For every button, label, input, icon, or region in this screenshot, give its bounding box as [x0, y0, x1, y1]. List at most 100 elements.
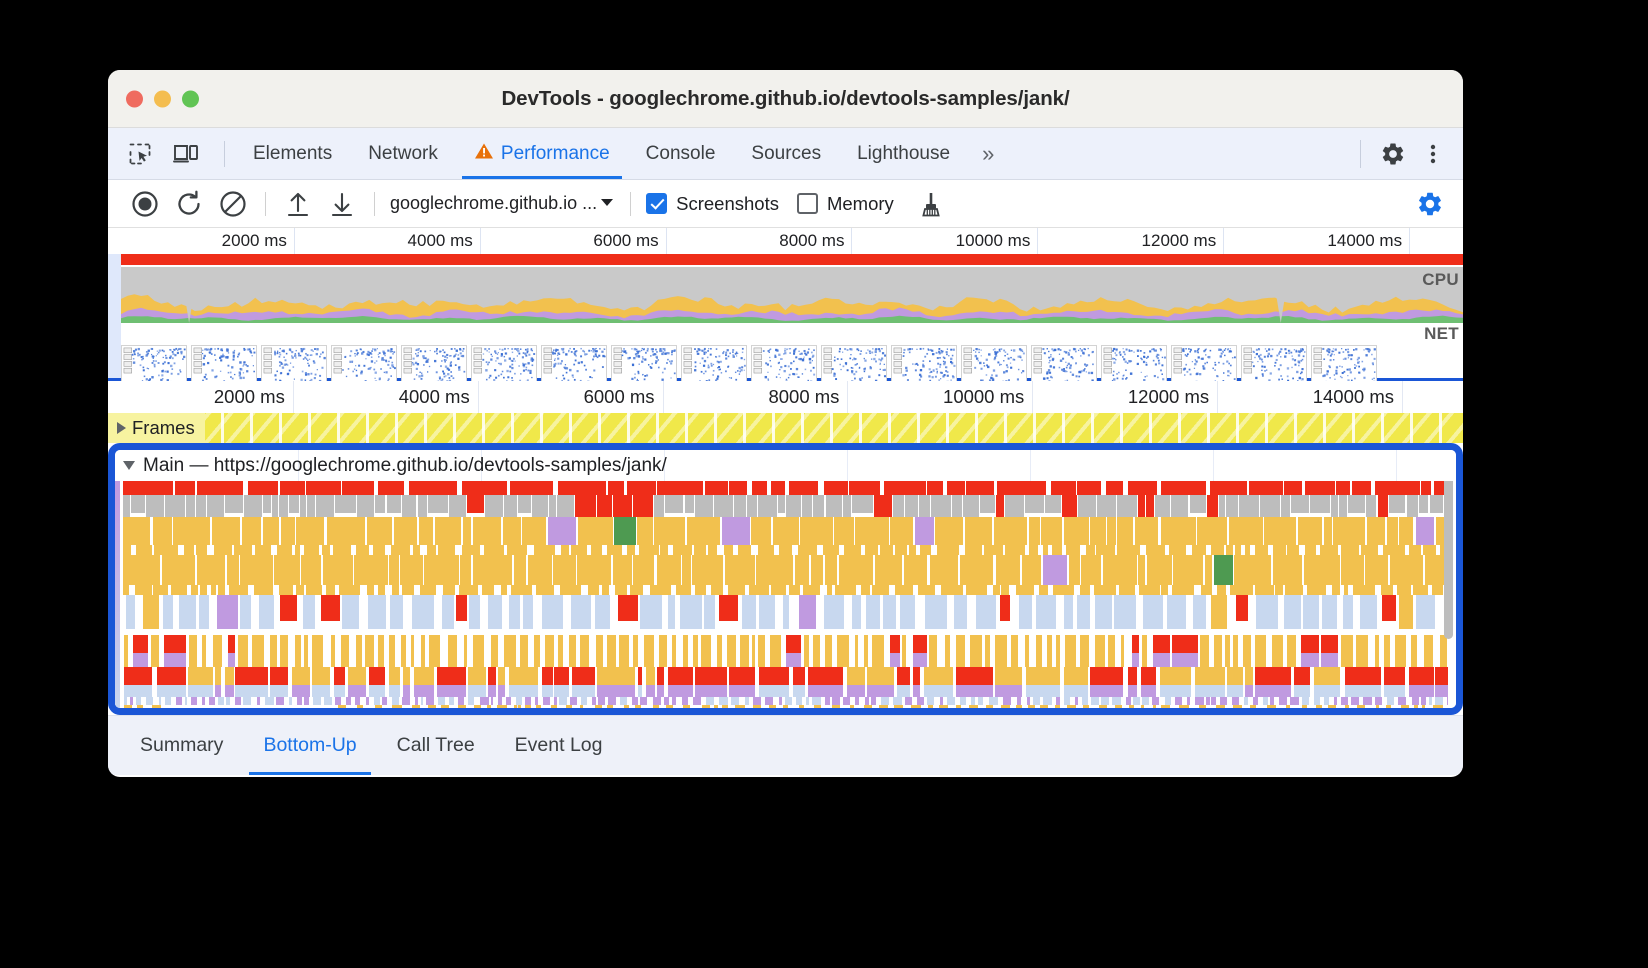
flame-bar[interactable]	[652, 705, 659, 708]
flame-bar[interactable]	[418, 517, 434, 545]
flame-bar[interactable]	[914, 517, 935, 545]
flame-bar[interactable]	[714, 705, 718, 708]
flame-bar[interactable]	[1078, 495, 1096, 517]
flame-bar[interactable]	[225, 495, 243, 513]
flame-bar[interactable]	[1285, 705, 1290, 708]
flame-bar[interactable]	[675, 585, 691, 595]
flame-bar[interactable]	[694, 495, 713, 517]
flame-bar[interactable]	[426, 697, 435, 705]
flame-bar[interactable]	[207, 495, 225, 517]
flame-bar[interactable]	[190, 697, 198, 705]
flame-bar[interactable]	[660, 545, 668, 555]
flame-bar[interactable]	[1105, 481, 1124, 495]
flame-bar[interactable]	[175, 697, 183, 705]
flame-bar[interactable]	[171, 585, 188, 595]
flame-bar[interactable]	[996, 495, 1005, 517]
flame-bar[interactable]	[1189, 495, 1206, 513]
flame-bar[interactable]	[199, 585, 208, 595]
flame-bar[interactable]	[162, 555, 196, 585]
flame-bar[interactable]	[847, 667, 865, 685]
flame-bar[interactable]	[975, 595, 997, 629]
flame-bar[interactable]	[785, 652, 802, 667]
flame-bar[interactable]	[424, 555, 459, 585]
flame-bar[interactable]	[577, 555, 612, 585]
flame-bar[interactable]	[437, 685, 467, 697]
flame-bar[interactable]	[875, 555, 902, 585]
flame-bar[interactable]	[1228, 517, 1263, 545]
flame-bar[interactable]	[334, 685, 345, 697]
flame-bar[interactable]	[441, 595, 454, 629]
flame-bar[interactable]	[1255, 667, 1291, 685]
flame-bar[interactable]	[892, 495, 904, 517]
flame-bar[interactable]	[595, 635, 604, 667]
flame-bar[interactable]	[1348, 495, 1366, 513]
flame-row[interactable]	[115, 555, 1456, 585]
flame-bar[interactable]	[649, 585, 671, 595]
flame-bar[interactable]	[1096, 495, 1117, 517]
flame-bar[interactable]	[939, 705, 948, 708]
flame-bar[interactable]	[153, 585, 169, 595]
flame-bar[interactable]	[366, 517, 392, 545]
flame-bar[interactable]	[519, 635, 529, 667]
flame-bar[interactable]	[306, 481, 342, 495]
flame-bar[interactable]	[1243, 697, 1249, 705]
flame-bar[interactable]	[750, 517, 772, 545]
flame-bar[interactable]	[1293, 667, 1311, 685]
flame-bar[interactable]	[354, 555, 388, 585]
flame-bar[interactable]	[755, 555, 794, 585]
flame-bar[interactable]	[636, 517, 653, 545]
flame-bar[interactable]	[794, 555, 810, 585]
flame-bar[interactable]	[420, 635, 425, 667]
flame-bar[interactable]	[798, 705, 804, 708]
flame-bar[interactable]	[614, 517, 636, 545]
flame-bar[interactable]	[1142, 595, 1164, 629]
flame-bar[interactable]	[694, 685, 728, 697]
flame-bar[interactable]	[1161, 585, 1169, 595]
flame-bar[interactable]	[1172, 635, 1198, 653]
flame-bar[interactable]	[806, 697, 810, 705]
flame-bar[interactable]	[785, 635, 802, 653]
flame-bar[interactable]	[124, 705, 133, 708]
flame-bar[interactable]	[1214, 635, 1222, 667]
flame-bar[interactable]	[145, 495, 165, 517]
flame-bar[interactable]	[1307, 585, 1326, 595]
flame-bar[interactable]	[1166, 595, 1187, 629]
flame-bar[interactable]	[536, 585, 554, 595]
flame-bar[interactable]	[657, 481, 704, 495]
flame-bar[interactable]	[1342, 595, 1354, 629]
flame-bar[interactable]	[1127, 481, 1157, 495]
flame-bar[interactable]	[1131, 635, 1140, 653]
flame-bar[interactable]	[1082, 697, 1089, 705]
flame-bar[interactable]	[515, 697, 523, 705]
flame-bar[interactable]	[1267, 705, 1276, 708]
flame-bar[interactable]	[339, 585, 361, 595]
flame-bar[interactable]	[124, 635, 128, 667]
flame-bar[interactable]	[954, 595, 967, 629]
flame-bar[interactable]	[633, 635, 638, 667]
flame-bar[interactable]	[1409, 545, 1422, 555]
flame-bar[interactable]	[458, 697, 464, 705]
tab-summary[interactable]: Summary	[122, 716, 241, 775]
flame-bar[interactable]	[552, 555, 576, 585]
flame-bar[interactable]	[1019, 595, 1033, 629]
flame-bar[interactable]	[393, 517, 418, 545]
flame-bar[interactable]	[1227, 685, 1243, 697]
flame-bar[interactable]	[665, 495, 684, 513]
flame-bar[interactable]	[1134, 517, 1146, 545]
flame-bar[interactable]	[1340, 545, 1360, 555]
flame-bar[interactable]	[507, 545, 528, 555]
flame-bar[interactable]	[542, 685, 553, 697]
flame-bar[interactable]	[1025, 495, 1044, 513]
flame-bar[interactable]	[1000, 705, 1010, 708]
flame-bar[interactable]	[228, 652, 236, 667]
flame-bar[interactable]	[482, 585, 495, 595]
flame-bar[interactable]	[626, 481, 657, 495]
flame-bar[interactable]	[983, 545, 1004, 555]
flame-bar[interactable]	[810, 555, 824, 585]
flame-bar[interactable]	[1388, 495, 1406, 513]
flame-bar[interactable]	[1053, 585, 1074, 595]
flame-bar[interactable]	[374, 705, 382, 708]
flame-bar[interactable]	[295, 517, 325, 545]
flame-bar[interactable]	[503, 517, 521, 545]
flame-bar[interactable]	[710, 585, 723, 595]
